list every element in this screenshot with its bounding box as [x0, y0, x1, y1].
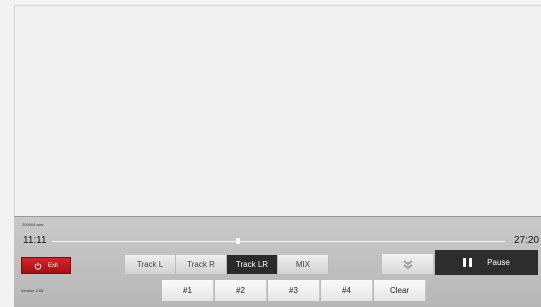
double-chevron-down-icon: [402, 260, 413, 269]
mix-button[interactable]: MIX: [278, 255, 329, 274]
track-lr-button[interactable]: Track LR: [227, 255, 278, 274]
timeline-track[interactable]: [52, 241, 505, 242]
current-time: 11:11: [23, 235, 47, 246]
track-l-button[interactable]: Track L: [125, 255, 176, 274]
video-area: [14, 5, 541, 217]
preset-2-button[interactable]: #2: [215, 280, 267, 301]
pause-label: Pause: [487, 258, 510, 267]
preset-4-button[interactable]: #4: [321, 280, 373, 301]
exit-button[interactable]: Exit: [21, 257, 71, 274]
preset-buttons: #1 #2 #3 #4 Clear: [162, 280, 426, 301]
track-selector: Track L Track R Track LR MIX: [125, 255, 329, 274]
power-icon: [34, 262, 42, 270]
version-label: Version 2.55: [21, 288, 44, 293]
expand-button[interactable]: [382, 254, 433, 274]
exit-label: Exit: [47, 262, 58, 269]
total-time: 27:20: [513, 235, 539, 246]
clear-button[interactable]: Clear: [374, 280, 426, 301]
preset-1-button[interactable]: #1: [162, 280, 214, 301]
pause-button[interactable]: Pause: [435, 250, 538, 275]
playhead-handle[interactable]: [235, 238, 240, 244]
control-panel: 200904.wav 11:11 27:20 Exit Track L Trac…: [14, 216, 541, 307]
track-r-button[interactable]: Track R: [176, 255, 227, 274]
preset-3-button[interactable]: #3: [268, 280, 320, 301]
file-name: 200904.wav: [22, 222, 44, 227]
pause-icon: [463, 258, 473, 267]
